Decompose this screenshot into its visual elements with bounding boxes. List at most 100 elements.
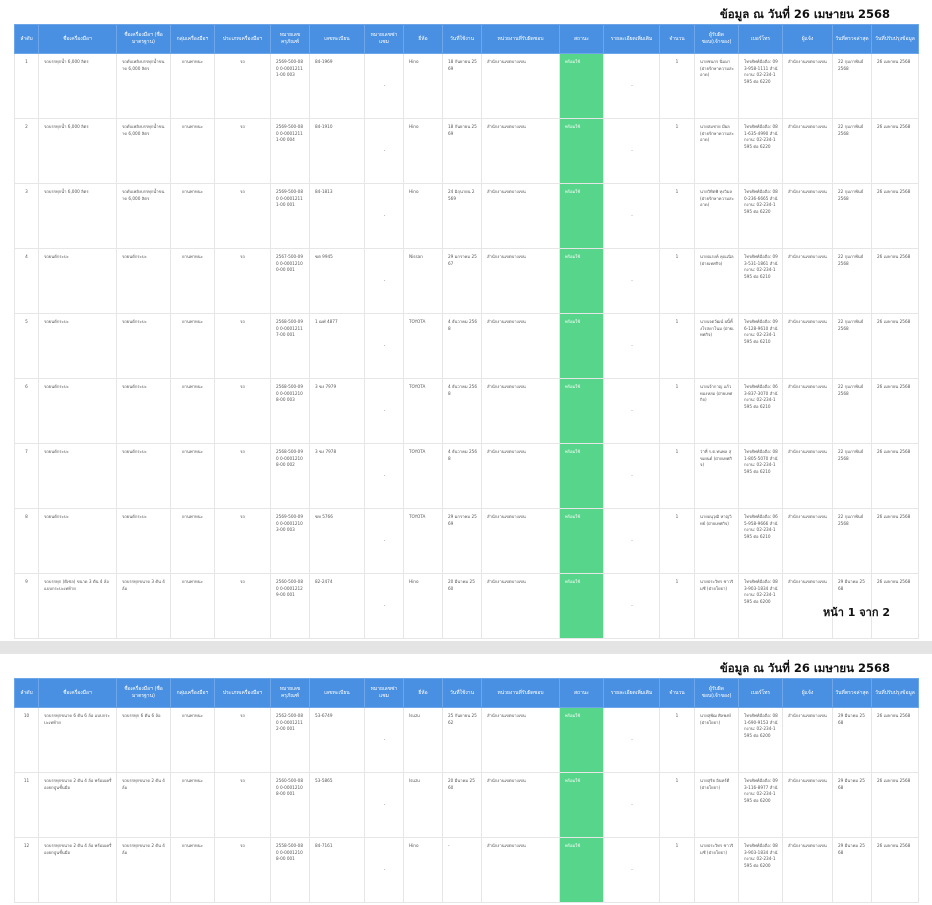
cell-type: รถ (214, 573, 271, 639)
cell-reporter: สำนักงานเขตบางเขน (782, 183, 833, 249)
cell-type: รถ (214, 837, 271, 903)
cell-asset-no: 2569-500-080 0-00012111-00 003 (270, 53, 310, 119)
column-header: สถานะ (559, 24, 604, 54)
cell-reg-no: 1 ฒฬ 4877 (309, 313, 365, 379)
cell-qty: 1 (659, 183, 695, 249)
column-header: วันที่ตรวจล่าสุด (832, 24, 872, 54)
cell-detail: - (603, 443, 660, 509)
cell-std-name: รถดับเพลิงบรรทุกน้ำขนาด 6,000 ลิตร (116, 53, 171, 119)
column-header: ผู้รับผิดชอบ(เจ้าของ) (694, 678, 739, 708)
column-header: ผู้แจ้ง (782, 678, 833, 708)
cell-phone: โทรศัพท์มือถือ: 081-805-5070 สำนักงาน: 0… (738, 443, 783, 509)
table-row: 12 รถบรรทุกขนาด 2 ตัน 4 ล้อ พร้อมเครื่องย… (14, 837, 919, 903)
cell-status: พร้อมใช้ (559, 53, 604, 119)
table-row: 6 รถยนต์กระบะ รถยนต์กระบะ ยานพาหนะ รถ 2568-50… (14, 378, 919, 444)
cell-asset-no: 2568-500-090 0-00012117-00 001 (270, 313, 310, 379)
cell-updated: 26 เมษายน 2568 (871, 508, 919, 574)
cell-name: รถยนต์กระบะ (38, 443, 117, 509)
cell-start-date: 4 ธันวาคม 2568 (442, 378, 482, 444)
cell-start-date: 24 มิถุนายน 2569 (442, 183, 482, 249)
cell-detail: - (603, 248, 660, 314)
cell-no: 6 (14, 378, 39, 444)
cell-qty: 1 (659, 118, 695, 184)
cell-status: พร้อมใช้ (559, 707, 604, 773)
table-row: 11 รถบรรทุกขนาด 2 ตัน 4 ล้อ พร้อมเครื่องย… (14, 772, 919, 838)
cell-name: รถบรรทุกน้ำ 6,000 ลิตร (38, 53, 117, 119)
cell-chassis: - (364, 707, 404, 773)
cell-chassis: - (364, 53, 404, 119)
cell-status: พร้อมใช้ (559, 313, 604, 379)
cell-chassis: - (364, 772, 404, 838)
cell-phone: โทรศัพท์มือถือ: 063-837-3070 สำนักงาน: 0… (738, 378, 783, 444)
cell-std-name: รถยนต์กระบะ (116, 443, 171, 509)
cell-type: รถ (214, 118, 271, 184)
cell-detail: - (603, 313, 660, 379)
cell-status: พร้อมใช้ (559, 508, 604, 574)
cell-phone: โทรศัพท์มือถือ: 093-958-1111 สำนักงาน: 0… (738, 53, 783, 119)
cell-updated: 26 เมษายน 2568 (871, 378, 919, 444)
table-row: 7 รถยนต์กระบะ รถยนต์กระบะ ยานพาหนะ รถ 2568-50… (14, 443, 919, 509)
column-header: วันที่ปรับปรุงข้อมูล (871, 678, 919, 708)
cell-agency: สำนักงานเขตบางเขน (481, 118, 560, 184)
cell-reporter: สำนักงานเขตบางเขน (782, 772, 833, 838)
cell-owner: นายเจตวัฒน์ ผนิ้ทั้งโรสดาโนม (ฝ่ายเทศกิจ… (694, 313, 739, 379)
cell-status: พร้อมใช้ (559, 772, 604, 838)
cell-type: รถ (214, 443, 271, 509)
cell-std-name: รถดับเพลิงบรรทุกน้ำขนาด 6,000 ลิตร (116, 183, 171, 249)
cell-agency: สำนักงานเขตบางเขน (481, 837, 560, 903)
cell-detail: - (603, 53, 660, 119)
cell-start-date: 29 มกราคม 2567 (442, 248, 482, 314)
cell-updated: 26 เมษายน 2568 (871, 313, 919, 379)
column-header: ยี่ห้อ (403, 24, 443, 54)
cell-brand: Isuzu (403, 772, 443, 838)
cell-qty: 1 (659, 378, 695, 444)
cell-phone: โทรศัพท์มือถือ: 081-690-9153 สำนักงาน: 0… (738, 707, 783, 773)
cell-type: รถ (214, 248, 271, 314)
cell-std-name: รถยนต์กระบะ (116, 508, 171, 574)
cell-std-name: รถบรรทุก 6 ตัน 6 ล้อ (116, 707, 171, 773)
cell-reg-no: ฆห 5766 (309, 508, 365, 574)
cell-chassis: - (364, 378, 404, 444)
column-header: ชื่อเครื่องมือฯ (ชื่อมาตรฐาน) (116, 24, 171, 54)
cell-reg-no: 3 ฆง 7979 (309, 378, 365, 444)
cell-reg-no: 82-2474 (309, 573, 365, 639)
cell-no: 8 (14, 508, 39, 574)
cell-qty: 1 (659, 573, 695, 639)
cell-status: พร้อมใช้ (559, 837, 604, 903)
equipment-table: ลำดับ ชื่อเครื่องมือฯ ชื่อเครื่องมือฯ (ชื่… (14, 24, 919, 639)
cell-last-check: 29 มีนาคม 2568 (832, 837, 872, 903)
cell-name: รถบรรทุกขนาด 2 ตัน 4 ล้อ พร้อมเครื่องยกป… (38, 772, 117, 838)
cell-updated: 26 เมษายน 2568 (871, 837, 919, 903)
cell-last-check: 22 กุมภาพันธ์ 2568 (832, 118, 872, 184)
cell-qty: 1 (659, 508, 695, 574)
cell-last-check: 29 มีนาคม 2568 (832, 707, 872, 773)
column-header: ลำดับ (14, 24, 39, 54)
column-header: เบอร์โทร (738, 678, 783, 708)
cell-group: ยานพาหนะ (170, 378, 215, 444)
cell-qty: 1 (659, 443, 695, 509)
column-header: วันที่ตรวจล่าสุด (832, 678, 872, 708)
cell-start-date: 4 ธันวาคม 2568 (442, 443, 482, 509)
report-page-2: ข้อมูล ณ วันที่ 26 เมษายน 2568 ลำดับ ชื่อ… (0, 654, 932, 905)
cell-phone: โทรศัพท์มือถือ: 080-236-6665 สำนักงาน: 0… (738, 183, 783, 249)
cell-asset-no: 2562-500-080 0-00012112-00 001 (270, 707, 310, 773)
column-header: ยี่ห้อ (403, 678, 443, 708)
cell-last-check: 22 กุมภาพันธ์ 2568 (832, 248, 872, 314)
cell-agency: สำนักงานเขตบางเขน (481, 378, 560, 444)
column-header: รายละเอียดเพิ่มเติม (603, 678, 660, 708)
cell-name: รถยนต์กระบะ (38, 508, 117, 574)
cell-group: ยานพาหนะ (170, 183, 215, 249)
cell-agency: สำนักงานเขตบางเขน (481, 707, 560, 773)
cell-brand: Hino (403, 573, 443, 639)
cell-reporter: สำนักงานเขตบางเขน (782, 443, 833, 509)
cell-name: รถบรรทุกขนาด 6 ตัน 6 ล้อ แบบกระบะเทท้าย (38, 707, 117, 773)
cell-owner: นายสมชาย มีผล (ฝ่ายรักษาความสะอาด) (694, 118, 739, 184)
cell-std-name: รถบรรทุกขนาด 2 ตัน 4 ล้อ (116, 772, 171, 838)
table-row: 1 รถบรรทุกน้ำ 6,000 ลิตร รถดับเพลิงบรรทุกน… (14, 53, 919, 119)
cell-start-date: 18 กันยายน 2569 (442, 118, 482, 184)
cell-owner: นายประวิทร ชาวริมชี (ฝ่ายโยธา) (694, 837, 739, 903)
cell-chassis: - (364, 508, 404, 574)
cell-owner: นายวิทิตพิ ทุงวิมล (ฝ่ายรักษาความสะอาด) (694, 183, 739, 249)
cell-phone: โทรศัพท์มือถือ: 093-531-1861 สำนักงาน: 0… (738, 248, 783, 314)
cell-name: รถยนต์กระบะ (38, 378, 117, 444)
